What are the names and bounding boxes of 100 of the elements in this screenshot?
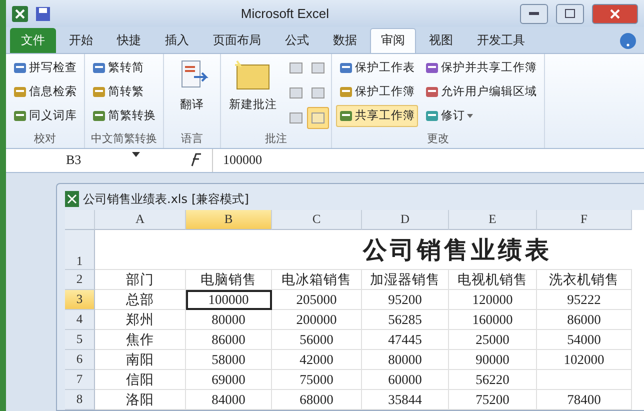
command-icon — [339, 60, 353, 75]
group-label: 批注 — [264, 130, 288, 147]
ribbon-button[interactable]: 简转繁 — [89, 80, 159, 103]
group-label: 更改 — [426, 130, 450, 147]
sheet-title: 公司销售业绩表 — [95, 230, 632, 270]
group-label: 语言 — [180, 130, 204, 147]
command-icon — [13, 84, 27, 99]
window-title: Microsoft Excel — [240, 6, 330, 22]
table-cell: 75200 — [449, 390, 537, 410]
row-header[interactable]: 2 — [65, 270, 95, 290]
table-cell: 56220 — [449, 370, 537, 390]
ribbon-button[interactable]: 拼写检查 — [10, 56, 80, 79]
comment-tool-button[interactable] — [307, 106, 329, 129]
table-cell: 加湿器销售 — [362, 270, 449, 290]
mode-label: [兼容模式] — [192, 190, 249, 208]
column-header[interactable]: E — [449, 210, 537, 230]
command-icon — [92, 84, 106, 99]
ribbon-large-button[interactable]: 新建批注 — [225, 56, 281, 130]
column-header[interactable]: F — [537, 210, 632, 230]
table-cell: 信阳 — [95, 370, 186, 390]
maximize-button[interactable] — [556, 4, 584, 24]
table-cell: 郑州 — [95, 310, 186, 330]
minimize-icon — [529, 12, 539, 16]
row-header[interactable]: 4 — [65, 310, 95, 330]
comment-tool-icon — [289, 112, 303, 124]
ribbon-button[interactable]: 保护工作簿 — [336, 80, 418, 103]
ribbon-tab[interactable]: 审阅 — [370, 28, 416, 53]
table-cell: 75000 — [272, 370, 362, 390]
table-cell: 95222 — [537, 290, 632, 310]
select-all-corner[interactable] — [65, 210, 95, 230]
table-cell: 47445 — [362, 330, 449, 350]
help-icon[interactable] — [620, 32, 636, 49]
table-cell: 68000 — [272, 390, 362, 410]
table-cell: 100000 — [186, 290, 272, 310]
name-box[interactable]: B3 — [6, 152, 146, 168]
command-icon — [13, 108, 27, 123]
table-cell: 总部 — [95, 290, 186, 310]
table-cell: 56285 — [362, 310, 449, 330]
row-header[interactable]: 8 — [65, 390, 95, 410]
comment-tool-icon — [289, 86, 303, 99]
command-icon — [92, 108, 106, 123]
table-cell: 86000 — [186, 330, 272, 350]
ribbon-button[interactable]: 繁转简 — [89, 56, 159, 79]
table-cell: 35844 — [362, 390, 449, 410]
ribbon-tab[interactable]: 视图 — [418, 28, 464, 53]
ribbon-tab[interactable]: 页面布局 — [202, 28, 272, 53]
comment-tool-icon — [311, 112, 325, 124]
table-cell: 洛阳 — [95, 390, 186, 410]
formula-field[interactable]: 100000 — [212, 148, 644, 172]
table-cell: 80000 — [362, 350, 449, 370]
save-icon[interactable] — [36, 6, 50, 21]
table-cell: 60000 — [362, 370, 449, 390]
ribbon-button[interactable]: 信息检索 — [10, 80, 80, 103]
ribbon-tab[interactable]: 开始 — [58, 28, 104, 53]
column-header[interactable]: C — [272, 210, 362, 230]
ribbon-tab[interactable]: 开发工具 — [466, 28, 536, 53]
command-icon — [339, 84, 353, 99]
minimize-button[interactable] — [520, 4, 548, 24]
command-icon — [425, 108, 439, 123]
ribbon-tab[interactable]: 数据 — [322, 28, 368, 53]
table-cell: 95200 — [362, 290, 449, 310]
ribbon-large-button[interactable]: 翻译 — [168, 56, 216, 130]
ribbon-tab[interactable]: 公式 — [274, 28, 320, 53]
ribbon-button[interactable]: 保护工作表 — [336, 56, 418, 79]
column-header[interactable]: A — [95, 210, 186, 230]
table-cell: 90000 — [449, 350, 537, 370]
ribbon-button[interactable]: 共享工作簿 — [336, 104, 418, 127]
close-icon — [610, 8, 620, 19]
group-label: 中文简繁转换 — [90, 130, 158, 147]
file-menu-button[interactable]: 文件 — [10, 28, 56, 53]
ribbon-tab[interactable]: 快捷 — [106, 28, 152, 53]
table-cell: 部门 — [95, 270, 186, 290]
ribbon-button[interactable]: 保护并共享工作簿 — [422, 56, 540, 79]
ribbon-button[interactable]: 简繁转换 — [89, 104, 159, 127]
table-cell: 54000 — [537, 330, 632, 350]
command-icon — [339, 108, 353, 123]
ribbon-tab[interactable]: 插入 — [154, 28, 200, 53]
close-button[interactable] — [592, 4, 638, 24]
row-header[interactable]: 1 — [65, 230, 95, 270]
column-header[interactable]: D — [362, 210, 449, 230]
command-icon — [92, 60, 106, 75]
column-header[interactable]: B — [186, 210, 272, 230]
row-header[interactable]: 7 — [65, 370, 95, 390]
table-cell: 102000 — [537, 350, 632, 370]
workbook-title: 公司销售业绩表.xls — [83, 190, 188, 208]
row-header[interactable]: 6 — [65, 350, 95, 370]
command-icon — [425, 84, 439, 99]
ribbon-button[interactable]: 同义词库 — [10, 104, 80, 127]
table-cell: 电冰箱销售 — [272, 270, 362, 290]
maximize-icon — [565, 9, 575, 18]
table-cell: 南阳 — [95, 350, 186, 370]
row-header[interactable]: 3 — [65, 290, 95, 310]
table-cell: 69000 — [186, 370, 272, 390]
table-cell: 200000 — [272, 310, 362, 330]
comment-tool-icon — [311, 86, 325, 99]
table-cell: 25000 — [449, 330, 537, 350]
table-cell: 56000 — [272, 330, 362, 350]
ribbon-button[interactable]: 修订 — [422, 104, 540, 127]
row-header[interactable]: 5 — [65, 330, 95, 350]
ribbon-button[interactable]: 允许用户编辑区域 — [422, 80, 540, 103]
